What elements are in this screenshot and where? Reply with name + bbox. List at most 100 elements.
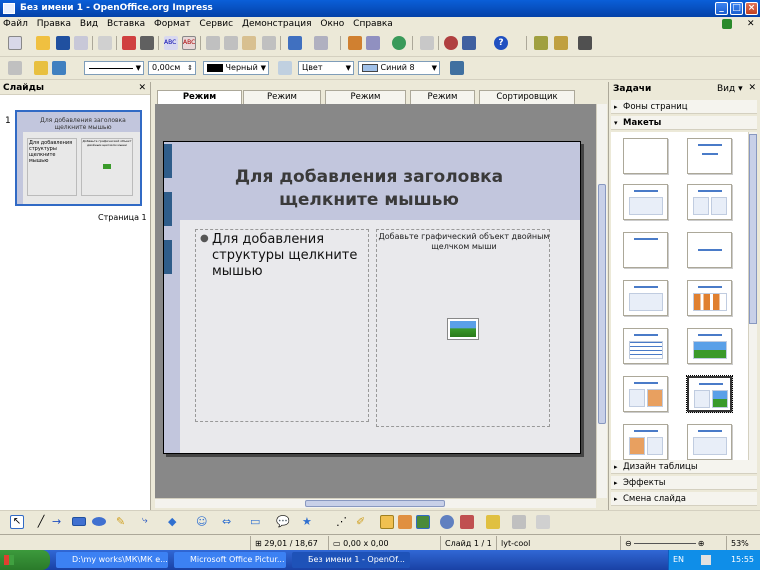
layout-blank[interactable] [623,138,668,174]
tab-outline[interactable]: Режим структуры [243,90,321,115]
task-pane-close-icon[interactable]: ✕ [748,83,756,93]
close-pane-icon[interactable]: ✕ [138,82,146,95]
maximize-button[interactable]: □ [730,2,743,15]
area-color-select[interactable]: Синий 8 ▼ [358,61,440,75]
section-master-pages[interactable]: ▸ Фоны страниц [611,100,757,114]
rotate-icon[interactable] [440,515,454,529]
table-icon[interactable] [366,36,380,50]
help-icon[interactable]: ? [494,36,508,50]
layout-title-table[interactable] [623,328,668,364]
slide-thumbnail[interactable]: Для добавления заголовка щелкните мышью … [15,110,142,206]
stars-icon[interactable]: ★ [302,515,316,529]
taskbar-item-folder[interactable]: D:\my works\МК\МК е... [56,552,168,568]
save-icon[interactable] [56,36,70,50]
horizontal-scrollbar[interactable] [155,498,596,508]
section-effects[interactable]: ▸ Эффекты [611,476,757,490]
alignment-icon[interactable] [460,515,474,529]
navigator-icon[interactable] [392,36,406,50]
arrow-style-icon[interactable] [52,61,66,75]
vertical-scrollbar[interactable] [596,104,607,498]
layout-text-object[interactable] [687,424,732,460]
extrusion-icon[interactable] [512,515,526,529]
paste-icon[interactable] [242,36,256,50]
tab-notes[interactable]: Режим примечаний [325,90,406,115]
edit-file-icon[interactable] [98,36,112,50]
from-file-icon[interactable] [398,515,412,529]
layout-text-chart[interactable] [623,376,668,412]
taskbar-item-impress[interactable]: Без имени 1 - OpenOf... [292,552,410,568]
layouts-scrollbar[interactable] [748,132,757,462]
format-paintbrush-icon[interactable] [262,36,276,50]
layout-title-only[interactable] [623,232,668,268]
interaction-icon[interactable] [536,515,550,529]
language-indicator[interactable]: EN [673,555,684,564]
slide[interactable]: Для добавления заголовка щелкните мышью … [163,141,581,454]
body-placeholder[interactable]: ● Для добавления структуры щелкните мышь… [195,229,369,422]
ellipse-tool-icon[interactable] [92,517,106,526]
chart-icon[interactable] [348,36,362,50]
print-icon[interactable] [140,36,154,50]
layout-title-chart[interactable] [687,280,732,316]
line-tool-icon[interactable]: ╱ [34,515,48,529]
callouts-icon[interactable]: 💬 [276,515,290,529]
layout-chart-text[interactable] [623,424,668,460]
start-button[interactable] [0,550,50,570]
layout-title-content[interactable] [623,184,668,220]
menu-window[interactable]: Окно [317,19,347,29]
section-layouts[interactable]: ▾ Макеты [611,116,757,130]
connector-tool-icon[interactable]: ⤷ [142,515,156,529]
layout-title-2content[interactable] [687,184,732,220]
line-color-select[interactable]: Черный ▼ [203,61,269,75]
gallery-icon[interactable] [462,36,476,50]
layout-title-text[interactable] [623,280,668,316]
fontwork-icon[interactable] [380,515,394,529]
copy-icon[interactable] [224,36,238,50]
insert-graphic-icon[interactable] [447,318,479,340]
email-icon[interactable] [74,36,88,50]
layout-centered-text[interactable] [687,232,732,268]
glue-points-icon[interactable]: ✐ [356,515,370,529]
taskbar-item-picture-manager[interactable]: Microsoft Office Pictur... [174,552,286,568]
spellcheck-icon[interactable]: ABC [164,36,178,50]
line-icon[interactable] [34,61,48,75]
zoom-value[interactable]: 53% [726,536,760,550]
close-button[interactable]: × [745,2,758,15]
minimize-button[interactable]: _ [715,2,728,15]
gallery-toggle-icon[interactable] [416,515,430,529]
arrow-tool-icon[interactable]: → [52,515,66,529]
tab-drawing[interactable]: Режим рисования [157,90,242,115]
open-icon[interactable] [36,36,50,50]
zoom-slider[interactable]: ⊖ ⊕ [620,536,720,550]
layout-text-clipart-selected[interactable] [686,375,733,413]
shadow-icon[interactable] [450,61,464,75]
menu-edit[interactable]: Правка [34,19,74,29]
points-icon[interactable]: ⋰ [336,515,350,529]
update-icon[interactable] [722,19,732,29]
menu-help[interactable]: Справка [350,19,396,29]
task-pane-view-menu[interactable]: Вид ▾ [717,84,743,94]
menu-file[interactable]: Файл [0,19,31,29]
grid-icon[interactable] [420,36,434,50]
autospell-icon[interactable]: ABC [182,36,196,50]
new-doc-icon[interactable] [8,36,22,50]
line-style-select[interactable]: ▼ [84,61,144,75]
tray-icon[interactable] [700,554,711,565]
rectangle-tool-icon[interactable] [72,517,86,526]
select-icon[interactable]: ↖ [10,515,24,529]
slide-title-placeholder[interactable]: Для добавления заголовка щелкните мышью [204,166,534,212]
area-icon[interactable] [278,61,292,75]
tab-slide-sorter[interactable]: Сортировщик слайдов [479,90,575,115]
curve-tool-icon[interactable]: ✎ [116,515,130,529]
tab-handout[interactable]: Режим тезисов [410,90,475,115]
undo-icon[interactable] [288,36,302,50]
flowchart-icon[interactable]: ▭ [250,515,264,529]
menu-view[interactable]: Вид [77,19,101,29]
arrange-icon[interactable] [486,515,500,529]
export-pdf-icon[interactable] [122,36,136,50]
slide-design-icon[interactable] [534,36,548,50]
menu-format[interactable]: Формат [151,19,194,29]
menu-slideshow[interactable]: Демонстрация [239,19,315,29]
draw-functions-icon[interactable] [444,36,458,50]
redo-icon[interactable] [314,36,328,50]
object-placeholder[interactable]: Добавьте графический объект двойным щелч… [376,229,550,427]
